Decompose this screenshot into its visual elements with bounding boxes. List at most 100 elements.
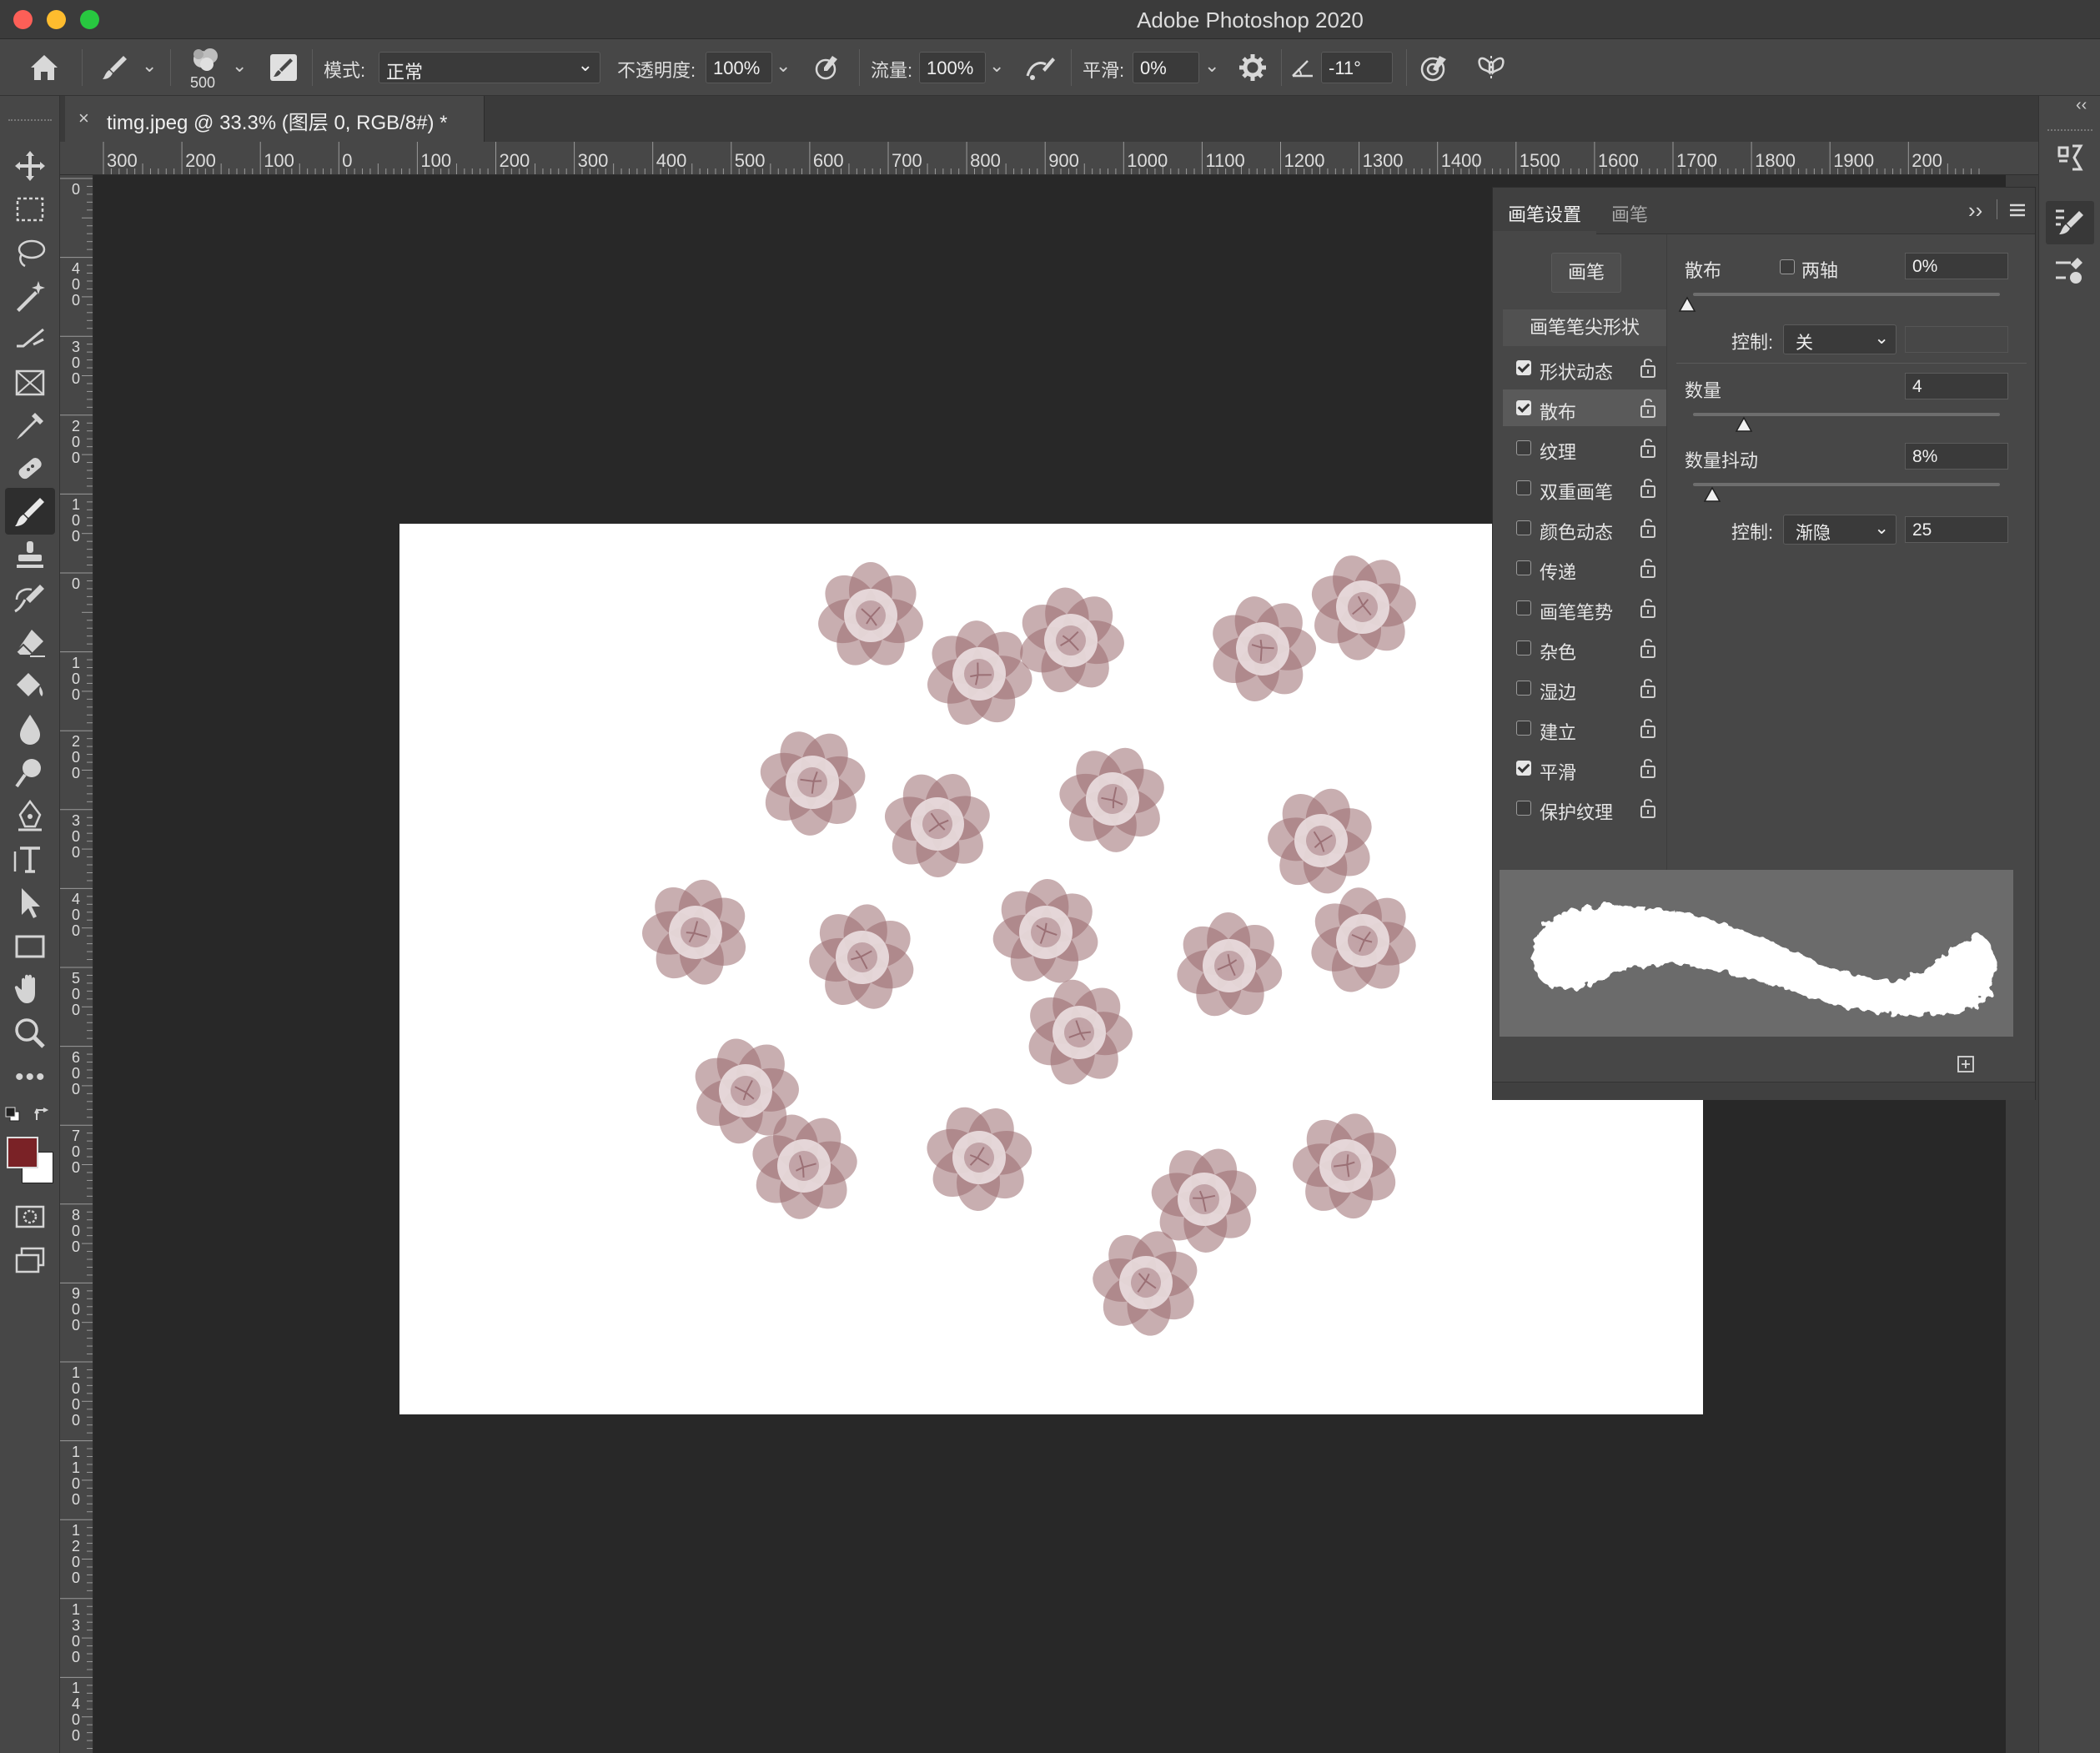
brush-panel-toggle-icon[interactable] (269, 53, 299, 83)
brush-option-row[interactable]: 平滑 (1503, 750, 1666, 786)
both-axes-checkbox[interactable] (1780, 259, 1795, 274)
lock-icon[interactable] (1638, 597, 1658, 619)
scatter-slider-thumb[interactable] (1678, 296, 1696, 313)
brush-option-row[interactable]: 纹理 (1503, 429, 1666, 466)
brush-option-checkbox[interactable] (1516, 520, 1531, 535)
dodge-tool-icon[interactable] (12, 755, 48, 791)
brush-option-checkbox[interactable] (1516, 480, 1531, 495)
lock-icon[interactable] (1638, 357, 1658, 379)
mode-select[interactable]: 正常 ⌄ (379, 52, 600, 83)
brush-option-row[interactable]: 建立 (1503, 710, 1666, 746)
magic-wand-tool-icon[interactable] (12, 278, 48, 314)
lock-icon[interactable] (1638, 677, 1658, 699)
lock-icon[interactable] (1638, 397, 1658, 419)
brush-option-checkbox[interactable] (1516, 801, 1531, 816)
toolbar-grip[interactable] (8, 119, 52, 123)
opacity-input[interactable]: 100% (706, 52, 772, 83)
eyedropper-tool-icon[interactable] (12, 408, 48, 445)
panel-resize-grip[interactable] (1493, 1082, 2035, 1100)
crop-tool-icon[interactable] (12, 321, 48, 358)
frame-tool-icon[interactable] (12, 364, 48, 401)
marquee-tool-icon[interactable] (12, 191, 48, 228)
brush-option-checkbox[interactable] (1516, 400, 1531, 415)
default-colors-icon[interactable] (5, 1107, 20, 1122)
home-icon[interactable] (28, 53, 60, 83)
angle-input[interactable]: -11° (1321, 52, 1393, 83)
tab-brushes[interactable]: 画笔 (1611, 200, 1648, 227)
brush-option-checkbox[interactable] (1516, 560, 1531, 575)
brush-preview-icon[interactable] (187, 44, 227, 74)
brush-option-row[interactable]: 杂色 (1503, 630, 1666, 666)
brush-option-checkbox[interactable] (1516, 600, 1531, 615)
zoom-tool-icon[interactable] (12, 1015, 48, 1052)
lasso-tool-icon[interactable] (12, 234, 48, 271)
brush-option-checkbox[interactable] (1516, 681, 1531, 696)
foreground-color-swatch[interactable] (7, 1137, 38, 1168)
count-jitter-slider-thumb[interactable] (1703, 486, 1721, 503)
rectangle-tool-icon[interactable] (12, 928, 48, 965)
scatter-slider-track[interactable] (1693, 293, 2000, 296)
type-tool-icon[interactable] (12, 841, 48, 878)
more-tools-icon[interactable]: ••• (15, 1063, 47, 1092)
pressure-opacity-icon[interactable] (812, 53, 842, 83)
count-value-input[interactable]: 4 (1905, 373, 2008, 399)
move-tool-icon[interactable] (12, 148, 48, 184)
brush-option-checkbox[interactable] (1516, 761, 1531, 776)
brush-option-row[interactable]: 颜色动态 (1503, 510, 1666, 546)
swap-colors-icon[interactable] (33, 1107, 52, 1123)
chevron-down-icon[interactable]: ⌄ (232, 55, 247, 77)
screen-mode-icon[interactable] (12, 1242, 48, 1278)
collapse-panel-icon[interactable]: ›› (1968, 198, 1982, 224)
healing-brush-tool-icon[interactable] (12, 451, 48, 488)
close-icon[interactable]: × (78, 108, 89, 129)
create-new-brush-icon[interactable] (1957, 1055, 1975, 1073)
brush-tip-shape-item[interactable]: 画笔笔尖形状 (1503, 309, 1666, 346)
chevron-down-icon[interactable]: ⌄ (776, 55, 791, 77)
brush-option-row[interactable]: 形状动态 (1503, 349, 1666, 386)
brush-option-row[interactable]: 保护纹理 (1503, 790, 1666, 826)
quick-mask-icon[interactable] (12, 1198, 48, 1235)
brush-option-checkbox[interactable] (1516, 640, 1531, 655)
lock-icon[interactable] (1638, 437, 1658, 459)
scatter-control-select[interactable]: 关 ⌄ (1783, 324, 1897, 354)
chevron-down-icon[interactable]: ⌄ (142, 55, 157, 77)
history-panel-icon[interactable] (2054, 141, 2086, 174)
scatter-value-input[interactable]: 0% (1905, 253, 2008, 279)
collapse-panels-icon[interactable]: ‹‹ (2076, 96, 2087, 115)
document-tab[interactable]: × timg.jpeg @ 33.3% (图层 0, RGB/8#) * (65, 96, 485, 142)
brushes-panel-icon[interactable] (2052, 254, 2087, 288)
brush-option-row[interactable]: 散布 (1503, 389, 1666, 426)
blur-tool-icon[interactable] (12, 711, 48, 748)
eraser-tool-icon[interactable] (12, 625, 48, 661)
panel-menu-icon[interactable] (2008, 203, 2027, 218)
lock-icon[interactable] (1638, 477, 1658, 499)
lock-icon[interactable] (1638, 517, 1658, 539)
brush-tool-preset-icon[interactable] (98, 53, 132, 83)
pen-tool-icon[interactable] (12, 798, 48, 835)
brush-presets-button[interactable]: 画笔 (1551, 253, 1621, 293)
brush-option-row[interactable]: 传递 (1503, 550, 1666, 586)
flow-input[interactable]: 100% (919, 52, 986, 83)
brush-option-row[interactable]: 双重画笔 (1503, 470, 1666, 506)
brush-option-checkbox[interactable] (1516, 440, 1531, 455)
airbrush-icon[interactable] (1024, 53, 1058, 83)
lock-icon[interactable] (1638, 797, 1658, 819)
count-slider-thumb[interactable] (1735, 416, 1753, 433)
clone-stamp-tool-icon[interactable] (12, 538, 48, 575)
pressure-size-icon[interactable] (1418, 51, 1451, 84)
symmetry-icon[interactable] (1475, 51, 1508, 84)
gear-icon[interactable] (1238, 53, 1268, 83)
count-jitter-slider-track[interactable] (1693, 483, 2000, 486)
smoothing-input[interactable]: 0% (1133, 52, 1199, 83)
history-brush-tool-icon[interactable] (12, 581, 48, 618)
hand-tool-icon[interactable] (12, 972, 48, 1008)
chevron-down-icon[interactable]: ⌄ (1204, 55, 1219, 77)
brush-option-row[interactable]: 湿边 (1503, 670, 1666, 706)
chevron-down-icon[interactable]: ⌄ (989, 55, 1004, 77)
lock-icon[interactable] (1638, 557, 1658, 579)
path-selection-tool-icon[interactable] (12, 885, 48, 922)
brush-option-checkbox[interactable] (1516, 721, 1531, 736)
brush-tool-icon[interactable] (12, 495, 48, 531)
count-jitter-value-input[interactable]: 8% (1905, 443, 2008, 470)
tab-brush-settings[interactable]: 画笔设置 (1508, 200, 1581, 227)
